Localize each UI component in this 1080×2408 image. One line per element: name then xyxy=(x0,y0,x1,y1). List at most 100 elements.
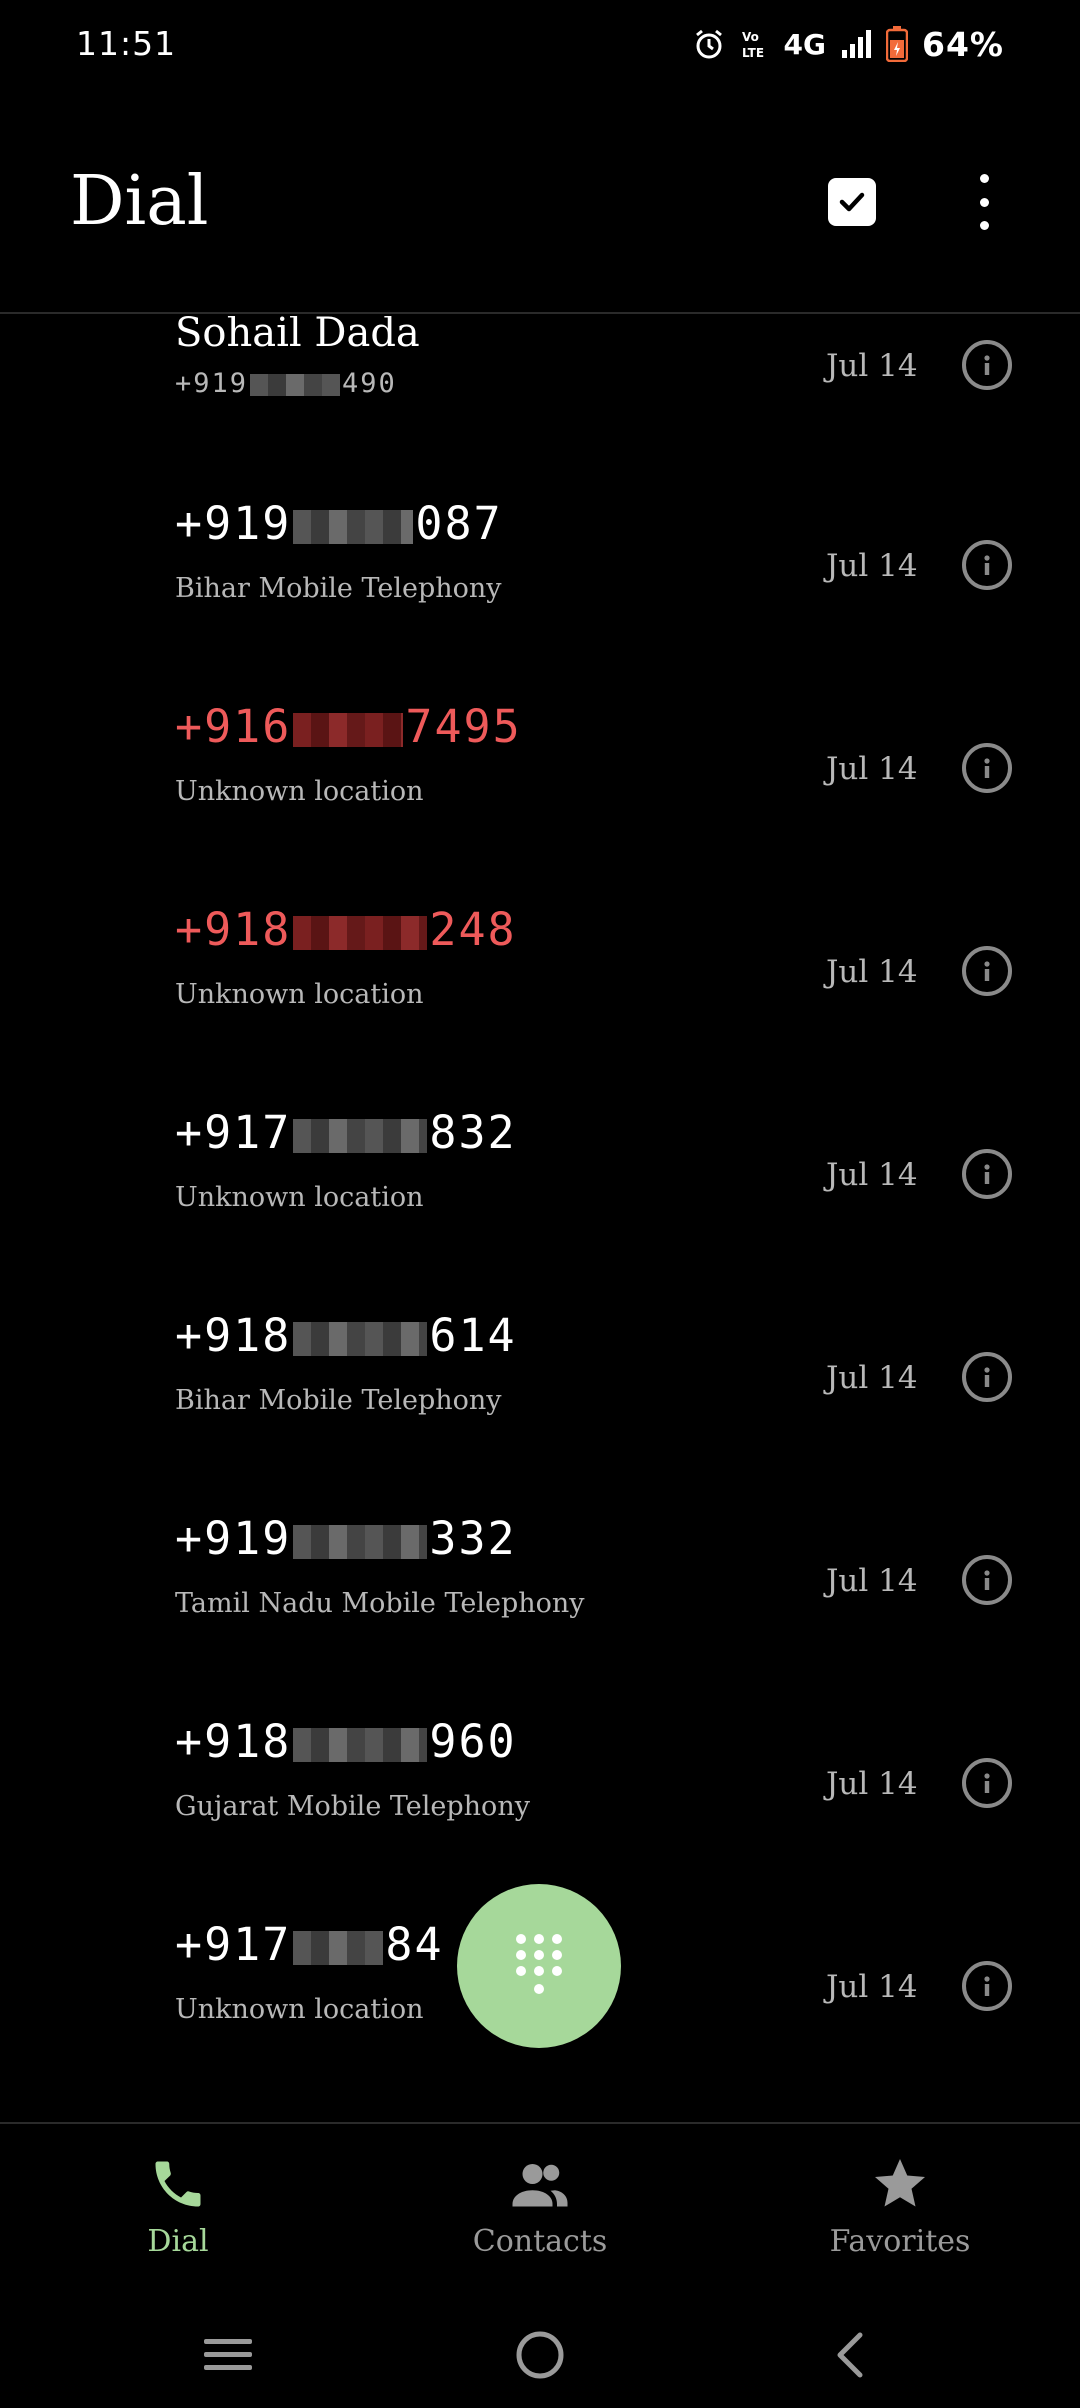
call-location: Bihar Mobile Telephony xyxy=(175,573,502,604)
home-circle-icon xyxy=(516,2331,564,2379)
more-options-button[interactable] xyxy=(960,166,1008,238)
call-location: Bihar Mobile Telephony xyxy=(175,1385,502,1416)
phone-number: +919 087 xyxy=(175,497,503,550)
contacts-icon xyxy=(512,2164,568,2207)
call-log-item[interactable]: +919 087 Bihar Mobile Telephony Jul 14 xyxy=(0,469,1080,672)
call-date: Jul 14 xyxy=(826,1766,918,1802)
alarm-icon xyxy=(692,27,726,61)
nav-favorites[interactable]: Favorites xyxy=(780,2154,1020,2274)
status-bar: 11:51 Vo LTE 4G 64% xyxy=(0,0,1080,90)
call-date: Jul 14 xyxy=(826,1969,918,2005)
battery-icon xyxy=(886,26,908,62)
contact-name: Sohail Dada xyxy=(175,316,420,356)
call-date: Jul 14 xyxy=(826,1563,918,1599)
back-chevron-icon xyxy=(837,2332,863,2378)
nav-contacts[interactable]: Contacts xyxy=(420,2154,660,2274)
dialpad-button[interactable] xyxy=(457,1884,621,2048)
nav-label: Favorites xyxy=(829,2224,971,2259)
nav-dial[interactable]: Dial xyxy=(58,2154,298,2274)
info-icon xyxy=(984,1976,990,1996)
redacted-digits xyxy=(250,373,341,396)
redacted-digits xyxy=(293,1119,428,1153)
call-info-button[interactable] xyxy=(962,1961,1012,2011)
back-button[interactable] xyxy=(815,2320,885,2390)
select-calls-button[interactable] xyxy=(828,178,876,226)
call-info-button[interactable] xyxy=(962,340,1012,390)
call-log-list[interactable]: Sohail Dada +919 490 Jul 14 +919 087 Bihar… xyxy=(0,316,1080,2121)
network-type: 4G xyxy=(783,27,826,61)
info-icon xyxy=(984,1164,990,1184)
volte-icon: Vo LTE xyxy=(740,27,770,61)
call-log-item[interactable]: +918 960 Gujarat Mobile Telephony Jul 14 xyxy=(0,1687,1080,1890)
redacted-digits xyxy=(293,1525,428,1559)
dial-screen: 11:51 Vo LTE 4G 64% Dial Sohail Dada +91… xyxy=(0,0,1080,2408)
call-log-item[interactable]: +919 332 Tamil Nadu Mobile Telephony Jul … xyxy=(0,1484,1080,1687)
call-date: Jul 14 xyxy=(826,1360,918,1396)
signal-icon xyxy=(840,28,872,60)
phone-number: +917 84 xyxy=(175,1918,444,1971)
call-location: Unknown location xyxy=(175,1994,424,2025)
call-log-item[interactable]: +917 832 Unknown location Jul 14 xyxy=(0,1078,1080,1281)
redacted-digits xyxy=(293,1322,428,1356)
dialpad-icon xyxy=(516,1934,562,1994)
call-info-button[interactable] xyxy=(962,1758,1012,1808)
call-date: Jul 14 xyxy=(826,751,918,787)
star-icon xyxy=(875,2159,925,2207)
phone-number: +916 7495 xyxy=(175,700,522,753)
call-location: Unknown location xyxy=(175,776,424,807)
phone-number: +919 490 xyxy=(175,368,397,399)
phone-number: +918 614 xyxy=(175,1309,517,1362)
info-icon xyxy=(984,555,990,575)
recent-apps-button[interactable] xyxy=(193,2320,263,2390)
call-log-item[interactable]: +918 614 Bihar Mobile Telephony Jul 14 xyxy=(0,1281,1080,1484)
system-navigation-bar xyxy=(0,2300,1080,2408)
call-date: Jul 14 xyxy=(826,348,918,384)
info-icon xyxy=(984,355,990,375)
call-info-button[interactable] xyxy=(962,1352,1012,1402)
phone-number: +918 960 xyxy=(175,1715,517,1768)
phone-number: +919 332 xyxy=(175,1512,517,1565)
redacted-digits xyxy=(293,1728,428,1762)
status-icons: Vo LTE 4G 64% xyxy=(692,22,1004,66)
more-vert-icon xyxy=(979,174,989,183)
info-icon xyxy=(984,1570,990,1590)
nav-label: Dial xyxy=(147,2224,209,2259)
battery-percent: 64% xyxy=(922,24,1004,64)
call-info-button[interactable] xyxy=(962,1149,1012,1199)
info-icon xyxy=(984,961,990,981)
phone-number: +917 832 xyxy=(175,1106,517,1159)
app-bar: Dial xyxy=(0,100,1080,314)
call-info-button[interactable] xyxy=(962,946,1012,996)
call-location: Unknown location xyxy=(175,1182,424,1213)
call-log-item[interactable]: +918 248 Unknown location Jul 14 xyxy=(0,875,1080,1078)
home-button[interactable] xyxy=(505,2320,575,2390)
redacted-digits xyxy=(293,713,404,747)
nav-label: Contacts xyxy=(472,2224,608,2259)
page-title: Dial xyxy=(70,162,209,241)
call-location: Gujarat Mobile Telephony xyxy=(175,1791,530,1822)
call-info-button[interactable] xyxy=(962,743,1012,793)
svg-text:Vo: Vo xyxy=(742,30,759,44)
redacted-digits xyxy=(293,510,414,544)
phone-number: +918 248 xyxy=(175,903,517,956)
phone-icon xyxy=(155,2161,201,2207)
status-time: 11:51 xyxy=(76,24,177,63)
call-log-item[interactable]: Sohail Dada +919 490 Jul 14 xyxy=(0,316,1080,469)
call-date: Jul 14 xyxy=(826,954,918,990)
info-icon xyxy=(984,1773,990,1793)
menu-icon xyxy=(204,2339,252,2370)
call-location: Tamil Nadu Mobile Telephony xyxy=(175,1588,585,1619)
call-date: Jul 14 xyxy=(826,1157,918,1193)
call-date: Jul 14 xyxy=(826,548,918,584)
call-log-item[interactable]: +916 7495 Unknown location Jul 14 xyxy=(0,672,1080,875)
call-location: Unknown location xyxy=(175,979,424,1010)
call-info-button[interactable] xyxy=(962,540,1012,590)
redacted-digits xyxy=(293,916,428,950)
svg-text:LTE: LTE xyxy=(742,46,764,60)
check-icon xyxy=(839,192,865,212)
info-icon xyxy=(984,758,990,778)
info-icon xyxy=(984,1367,990,1387)
bottom-navigation: Dial Contacts Favorites xyxy=(0,2122,1080,2282)
call-info-button[interactable] xyxy=(962,1555,1012,1605)
redacted-digits xyxy=(293,1931,384,1965)
